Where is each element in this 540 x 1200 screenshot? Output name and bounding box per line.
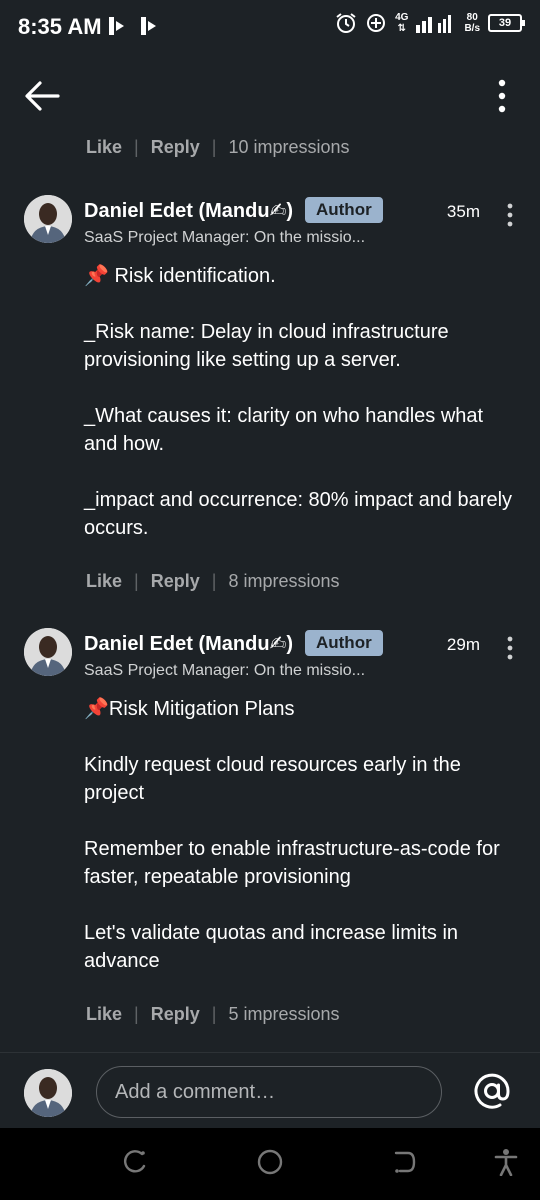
recents-icon[interactable] [122, 1148, 148, 1176]
comment-paragraph: Kindly request cloud resources early in … [84, 754, 461, 804]
back-icon[interactable] [392, 1148, 418, 1176]
comment-body: 📌 Risk identification. _Risk name: Delay… [84, 262, 514, 542]
like-button[interactable]: Like [86, 137, 122, 158]
comment-paragraph: Let's validate quotas and increase limit… [84, 922, 459, 972]
app-notification-icon [109, 17, 124, 35]
divider: | [134, 137, 139, 157]
notification-icons [106, 14, 160, 38]
avatar [24, 1069, 72, 1117]
battery-indicator: 39 [488, 14, 525, 32]
divider: | [211, 137, 217, 157]
reply-button[interactable]: Reply [151, 571, 200, 592]
comment-actions: Like | Reply | 8 impressions [86, 571, 339, 592]
author-row: Daniel Edet (Mandu✍) Author [84, 197, 383, 223]
network-type: 4G ⇅ [395, 12, 409, 34]
comment-time: 35m [446, 202, 480, 221]
more-vertical-icon[interactable] [504, 636, 516, 660]
network-speed: 80 B/s [464, 12, 480, 34]
like-button[interactable]: Like [86, 571, 122, 592]
system-nav-bar [0, 1128, 540, 1200]
comment-actions: Like | Reply | 5 impressions [86, 1004, 339, 1025]
app-notification-icon [141, 17, 156, 35]
comment-paragraph: _Risk name: Delay in cloud infrastructur… [84, 321, 449, 371]
accessibility-icon[interactable] [494, 1148, 518, 1176]
author-name[interactable]: Daniel Edet (Mandu✍) [84, 631, 293, 656]
author-headline: SaaS Project Manager: On the missio... [84, 662, 366, 679]
at-sign-icon[interactable] [472, 1071, 512, 1111]
comment-actions: Like | Reply | 10 impressions [86, 137, 350, 158]
comment-input[interactable]: Add a comment… [96, 1066, 442, 1118]
comment-paragraph: 📌 Risk identification. [84, 265, 276, 287]
arrow-left-icon[interactable] [22, 78, 62, 114]
comment-time: 29m [446, 635, 480, 654]
comment-paragraph: Remember to enable infrastructure-as-cod… [84, 838, 500, 888]
home-icon[interactable] [256, 1148, 284, 1176]
like-button[interactable]: Like [86, 1004, 122, 1025]
author-headline: SaaS Project Manager: On the missio... [84, 229, 366, 246]
impressions-count[interactable]: 5 impressions [228, 1004, 339, 1025]
divider: | [134, 571, 139, 591]
data-saver-icon [367, 14, 386, 32]
avatar[interactable] [24, 195, 72, 243]
alarm-icon [336, 13, 356, 33]
comment-body: 📌Risk Mitigation Plans Kindly request cl… [84, 695, 514, 975]
divider: | [134, 1004, 139, 1024]
comment-paragraph: _impact and occurrence: 80% impact and b… [84, 489, 513, 539]
comment-paragraph: 📌Risk Mitigation Plans [84, 698, 295, 720]
status-time: 8:35 AM [18, 14, 102, 39]
status-bar: 8:35 AM 4G ⇅ 80 B/s 39 [0, 0, 540, 56]
reply-button[interactable]: Reply [151, 1004, 200, 1025]
author-badge: Author [304, 630, 383, 656]
reply-button[interactable]: Reply [151, 137, 200, 158]
more-vertical-icon[interactable] [504, 203, 516, 227]
more-vertical-icon[interactable] [492, 78, 512, 114]
system-status: 4G ⇅ 80 B/s 39 [335, 12, 525, 34]
author-name[interactable]: Daniel Edet (Mandu✍) [84, 198, 293, 223]
divider: | [211, 571, 217, 591]
avatar[interactable] [24, 628, 72, 676]
comment-composer: Add a comment… [0, 1052, 540, 1129]
signal-icon [416, 15, 452, 33]
impressions-count[interactable]: 8 impressions [228, 571, 339, 592]
top-app-bar [0, 56, 540, 136]
comment-paragraph: _What causes it: clarity on who handles … [84, 405, 484, 455]
impressions-count[interactable]: 10 impressions [228, 137, 349, 158]
divider: | [211, 1004, 217, 1024]
author-row: Daniel Edet (Mandu✍) Author [84, 630, 383, 656]
author-badge: Author [304, 197, 383, 223]
